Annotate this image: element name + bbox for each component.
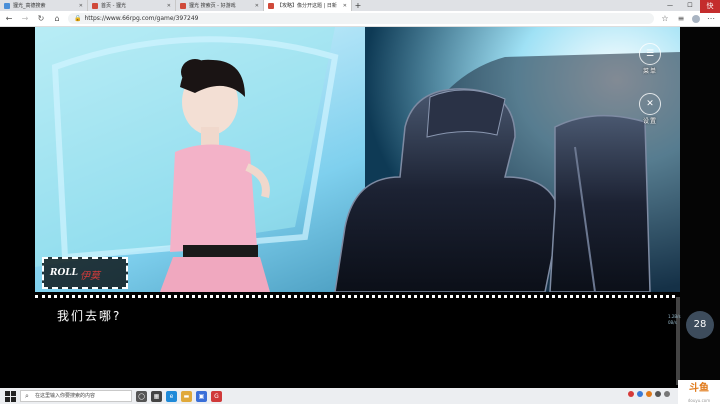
widgets-icon[interactable]: ▦ [151, 390, 162, 402]
tab-title: 狸光_高德搜索 [13, 3, 46, 9]
file-explorer-icon[interactable]: ▬ [181, 390, 192, 402]
store-icon[interactable]: ▣ [196, 390, 207, 402]
car-interior-illustration [35, 27, 680, 292]
more-menu-icon[interactable]: ⋯ [706, 14, 716, 23]
browser-tabstrip: 狸光_高德搜索 ✕ 首页 - 狸光 ✕ 狸光 搜索页 - 好游戏 ✕ 【攻略】像… [0, 0, 720, 11]
scene-image [35, 27, 680, 292]
tab-title: 【攻略】像分开这题 | 日新 [277, 3, 337, 9]
tab-favicon-icon [92, 2, 98, 9]
corner-tag[interactable]: 快 [700, 0, 720, 13]
tab-favicon-icon [180, 2, 186, 9]
game-viewport[interactable]: ☰ 菜单 ✕ 设置 ROLL 伊莫 我们去哪? 1.2B/s 0B/s 28 [0, 27, 720, 388]
lock-icon: 🔒 [74, 15, 82, 22]
close-tab-icon[interactable]: ✕ [167, 3, 171, 9]
taskbar-search-input[interactable]: 在这里输入你要搜索的内容 [20, 390, 132, 402]
minimize-icon[interactable]: — [660, 0, 680, 11]
game-menu-button[interactable]: ☰ 菜单 [638, 43, 662, 75]
tab-title: 狸光 搜索页 - 好游戏 [189, 3, 236, 9]
tray-app-icon[interactable] [637, 391, 643, 397]
tray-app-icon[interactable] [628, 391, 634, 397]
download-speed: 0B/s [668, 320, 677, 325]
counter-badge[interactable]: 28 [686, 311, 714, 339]
browser-tab[interactable]: 狸光 搜索页 - 好游戏 ✕ [176, 0, 264, 11]
menu-icon: ☰ [639, 43, 661, 65]
home-icon[interactable]: ⌂ [52, 14, 62, 23]
forward-icon[interactable]: → [20, 14, 30, 23]
close-tab-icon[interactable]: ✕ [79, 3, 83, 9]
dialog-divider [35, 295, 675, 299]
network-speed: 1.2B/s 0B/s [668, 314, 681, 326]
url-text: https://www.66rpg.com/game/397249 [84, 15, 199, 22]
tray-app-icon[interactable] [646, 391, 652, 397]
address-bar[interactable]: 🔒 https://www.66rpg.com/game/397249 [68, 13, 654, 24]
roll-label: ROLL [50, 268, 78, 278]
maximize-icon[interactable]: ☐ [680, 0, 700, 11]
app-icon[interactable]: G [211, 390, 222, 402]
watermark-brand: 斗鱼 [689, 383, 709, 394]
close-tab-icon[interactable]: ✕ [343, 3, 347, 9]
refresh-icon[interactable]: ↻ [36, 14, 46, 23]
profile-avatar[interactable] [692, 14, 700, 23]
windows-start-icon[interactable] [4, 390, 16, 402]
douyu-watermark-logo: 斗鱼 douyu.com [678, 380, 720, 404]
watermark-sub: douyu.com [687, 398, 711, 403]
new-tab-button[interactable]: + [352, 0, 364, 11]
back-icon[interactable]: ← [4, 14, 14, 23]
tab-favicon-icon [4, 2, 10, 9]
collections-icon[interactable]: ≡ [676, 14, 686, 23]
dialog-text[interactable]: 我们去哪? [57, 307, 121, 324]
windows-taskbar: 在这里输入你要搜索的内容 ◯ ▦ e ▬ ▣ G [0, 388, 720, 404]
network-icon[interactable] [655, 391, 661, 397]
system-tray [628, 391, 670, 397]
vertical-scrollbar[interactable] [676, 297, 680, 385]
close-tab-icon[interactable]: ✕ [255, 3, 259, 9]
task-view-icon[interactable]: ◯ [136, 390, 147, 402]
edge-browser-icon[interactable]: e [166, 390, 177, 402]
volume-icon[interactable] [664, 391, 670, 397]
tab-favicon-icon [268, 2, 274, 9]
settings-icon: ✕ [639, 93, 661, 115]
browser-tab[interactable]: 狸光_高德搜索 ✕ [0, 0, 88, 11]
speaker-name: 伊莫 [80, 271, 100, 282]
menu-label: 菜单 [642, 68, 657, 75]
browser-toolbar: ← → ↻ ⌂ 🔒 https://www.66rpg.com/game/3972… [0, 11, 720, 27]
favorite-star-icon[interactable]: ☆ [660, 14, 670, 23]
tab-title: 首页 - 狸光 [101, 3, 126, 9]
browser-tab-active[interactable]: 【攻略】像分开这题 | 日新 ✕ [264, 0, 352, 11]
settings-label: 设置 [642, 118, 657, 125]
browser-tab[interactable]: 首页 - 狸光 ✕ [88, 0, 176, 11]
game-settings-button[interactable]: ✕ 设置 [638, 93, 662, 125]
speaker-namebox: ROLL 伊莫 [42, 257, 128, 289]
